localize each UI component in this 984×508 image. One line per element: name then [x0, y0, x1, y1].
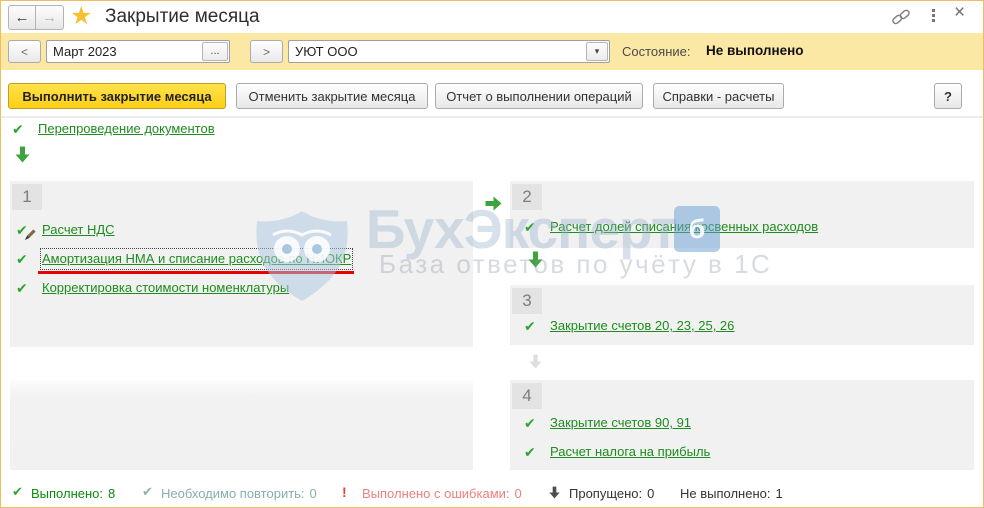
group-3-panel — [510, 285, 974, 345]
page-title: Закрытие месяца — [105, 6, 260, 28]
group-2-number: 2 — [512, 184, 542, 210]
reposting-row: ✔ Перепроведение документов — [12, 121, 215, 136]
status-label: Состояние: — [622, 44, 690, 59]
status-skipped: Пропущено:0 — [569, 486, 654, 501]
title-bar: ← → ★ Закрытие месяца × — [0, 0, 984, 33]
month-closing-window: ← → ★ Закрытие месяца × < Март 2023 ... … — [0, 0, 984, 508]
operation-link-close-20-26[interactable]: Закрытие счетов 20, 23, 25, 26 — [550, 318, 734, 333]
period-ellipsis-button[interactable]: ... — [202, 42, 228, 61]
check-icon: ✔ — [16, 252, 32, 266]
check-icon: ✔ — [16, 281, 32, 295]
favorite-star-icon[interactable]: ★ — [70, 1, 92, 31]
toolbar-separator — [0, 116, 984, 118]
references-calculations-button[interactable]: Справки - расчеты — [653, 83, 784, 109]
arrow-down-icon — [15, 146, 30, 163]
reposting-link[interactable]: Перепроведение документов — [38, 121, 215, 136]
check-icon: ✔ — [12, 122, 28, 136]
chevron-down-icon: ▾ — [595, 46, 600, 56]
status-errors: Выполнено с ошибками:0 — [362, 486, 522, 501]
operation-row: ✔ Расчет НДС — [16, 222, 115, 237]
status-not-done: Не выполнено:1 — [680, 486, 783, 501]
operation-link-indirect-costs[interactable]: Расчет долей списания косвенных расходов — [550, 219, 818, 234]
check-icon: ✔ — [524, 220, 540, 234]
organization-select[interactable]: УЮТ ООО ▾ — [288, 40, 610, 63]
operation-row: ✔ Амортизация НМА и списание расходов по… — [16, 250, 351, 268]
operation-row: ✔ Корректировка стоимости номенклатуры — [16, 280, 289, 295]
history-nav: ← → — [8, 5, 64, 30]
more-icon[interactable] — [932, 9, 935, 22]
arrow-down-icon-faint — [529, 354, 542, 369]
back-icon: ← — [15, 9, 30, 26]
error-exclamation-icon: ! — [342, 484, 347, 500]
group-4-number: 4 — [512, 383, 542, 409]
cancel-closing-button[interactable]: Отменить закрытие месяца — [236, 83, 428, 109]
status-repeat: Необходимо повторить:0 — [161, 486, 317, 501]
organization-dropdown-button[interactable]: ▾ — [586, 42, 608, 61]
close-icon[interactable]: × — [954, 2, 965, 24]
check-icon: ✔ — [524, 319, 540, 333]
operation-link-amortization[interactable]: Амортизация НМА и списание расходов по Н… — [42, 251, 351, 266]
organization-value: УЮТ ООО — [295, 44, 358, 59]
operation-row: ✔ Закрытие счетов 20, 23, 25, 26 — [524, 318, 734, 333]
group-2-panel — [510, 181, 974, 248]
status-value: Не выполнено — [706, 43, 804, 58]
highlighted-operation: Амортизация НМА и списание расходов по Н… — [42, 250, 351, 268]
get-link-icon[interactable] — [891, 7, 911, 32]
arrow-down-icon — [528, 251, 543, 268]
period-value: Март 2023 — [53, 44, 117, 59]
empty-panel — [10, 380, 473, 470]
operation-link-vat[interactable]: Расчет НДС — [42, 222, 115, 237]
status-done: Выполнено:8 — [31, 486, 115, 501]
group-3-number: 3 — [512, 288, 542, 314]
repeat-check-icon: ✔ — [142, 485, 158, 499]
prev-period-button[interactable]: < — [8, 40, 41, 63]
arrow-right-icon — [485, 196, 502, 211]
forward-button[interactable]: → — [36, 5, 64, 30]
operation-link-income-tax[interactable]: Расчет налога на прибыль — [550, 444, 710, 459]
operations-report-button[interactable]: Отчет о выполнении операций — [435, 83, 643, 109]
skipped-arrow-icon — [549, 486, 560, 499]
period-field[interactable]: Март 2023 ... — [46, 40, 230, 63]
group-1-number: 1 — [12, 184, 42, 210]
forward-icon: → — [42, 9, 57, 26]
operation-link-nomenclature[interactable]: Корректировка стоимости номенклатуры — [42, 280, 289, 295]
operation-link-close-90-91[interactable]: Закрытие счетов 90, 91 — [550, 415, 691, 430]
back-button[interactable]: ← — [8, 5, 36, 30]
operation-row: ✔ Расчет долей списания косвенных расход… — [524, 219, 818, 234]
operation-row: ✔ Закрытие счетов 90, 91 — [524, 415, 691, 430]
check-icon: ✔ — [524, 416, 540, 430]
check-pencil-icon: ✔ — [16, 223, 32, 237]
help-button[interactable]: ? — [934, 83, 962, 109]
next-period-button[interactable]: > — [250, 40, 283, 63]
run-closing-button[interactable]: Выполнить закрытие месяца — [8, 83, 226, 109]
check-icon: ✔ — [524, 445, 540, 459]
operation-row: ✔ Расчет налога на прибыль — [524, 444, 710, 459]
period-bar: < Март 2023 ... > УЮТ ООО ▾ Состояние: Н… — [0, 33, 984, 70]
check-icon: ✔ — [12, 485, 28, 499]
